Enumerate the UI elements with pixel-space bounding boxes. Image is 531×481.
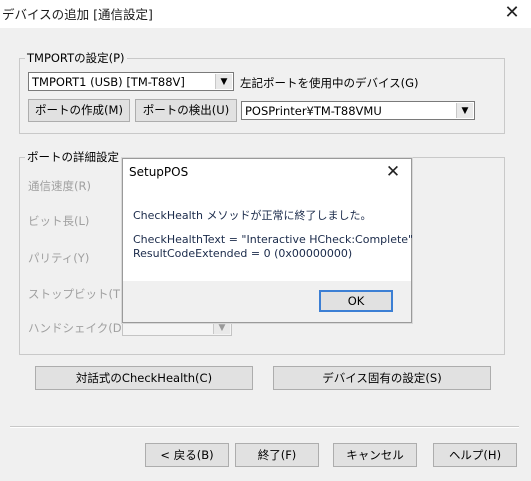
- tmport-group-label: TMPORTの設定(P): [25, 51, 127, 65]
- chevron-down-icon[interactable]: ▼: [456, 103, 473, 118]
- message-line-2: CheckHealthText = "Interactive HCheck:Co…: [133, 233, 414, 246]
- help-label: ヘルプ(H): [448, 448, 502, 462]
- device-settings-button[interactable]: デバイス固有の設定(S): [273, 366, 491, 390]
- parity-label: パリティ(Y): [28, 251, 90, 265]
- chevron-down-icon[interactable]: ▼: [215, 74, 232, 89]
- back-label: < 戻る(B): [160, 448, 214, 462]
- message-box-title: SetupPOS: [129, 165, 189, 179]
- device-settings-label: デバイス固有の設定(S): [322, 371, 442, 385]
- finish-button[interactable]: 終了(F): [235, 443, 319, 467]
- device-combo-value: POSPrinter¥TM-T88VMU: [245, 104, 382, 118]
- cancel-label: キャンセル: [346, 448, 404, 462]
- ok-button[interactable]: OK: [319, 290, 393, 312]
- devices-label: 左記ポートを使用中のデバイス(G): [240, 76, 419, 90]
- create-port-label: ポートの作成(M): [35, 103, 123, 117]
- handshake-label: ハンドシェイク(D): [28, 321, 127, 335]
- close-icon[interactable]: ✕: [376, 159, 410, 187]
- port-combo-value: TMPORT1 (USB) [TM-T88V]: [32, 75, 185, 89]
- message-line-3: ResultCodeExtended = 0 (0x00000000): [133, 247, 353, 260]
- message-box-footer: OK: [123, 281, 411, 322]
- separator: [10, 426, 519, 428]
- bit-length-label: ビット長(L): [28, 214, 90, 228]
- back-button[interactable]: < 戻る(B): [145, 443, 229, 467]
- baud-rate-label: 通信速度(R): [28, 179, 91, 193]
- message-box: SetupPOS ✕ CheckHealth メソッドが正常に終了しました。 C…: [122, 158, 414, 323]
- detect-port-label: ポートの検出(U): [142, 103, 230, 117]
- checkhealth-button[interactable]: 対話式のCheckHealth(C): [35, 366, 253, 390]
- port-details-group-label: ポートの詳細設定: [25, 150, 121, 164]
- finish-label: 終了(F): [257, 448, 297, 462]
- title-bar: デバイスの追加 [通信設定] ✕: [0, 0, 531, 28]
- stop-bit-label: ストップビット(T): [28, 287, 125, 301]
- detect-port-button[interactable]: ポートの検出(U): [135, 99, 237, 122]
- cancel-button[interactable]: キャンセル: [333, 443, 417, 467]
- message-box-title-bar: SetupPOS ✕: [123, 159, 411, 187]
- help-button[interactable]: ヘルプ(H): [433, 443, 517, 467]
- device-combo[interactable]: POSPrinter¥TM-T88VMU ▼: [241, 101, 475, 120]
- message-line-1: CheckHealth メソッドが正常に終了しました。: [133, 209, 372, 222]
- tmport-group: [19, 58, 505, 134]
- port-combo[interactable]: TMPORT1 (USB) [TM-T88V] ▼: [28, 72, 234, 91]
- create-port-button[interactable]: ポートの作成(M): [28, 99, 130, 122]
- window-title: デバイスの追加 [通信設定]: [2, 7, 153, 22]
- close-icon[interactable]: ✕: [493, 0, 531, 28]
- checkhealth-label: 対話式のCheckHealth(C): [75, 371, 213, 385]
